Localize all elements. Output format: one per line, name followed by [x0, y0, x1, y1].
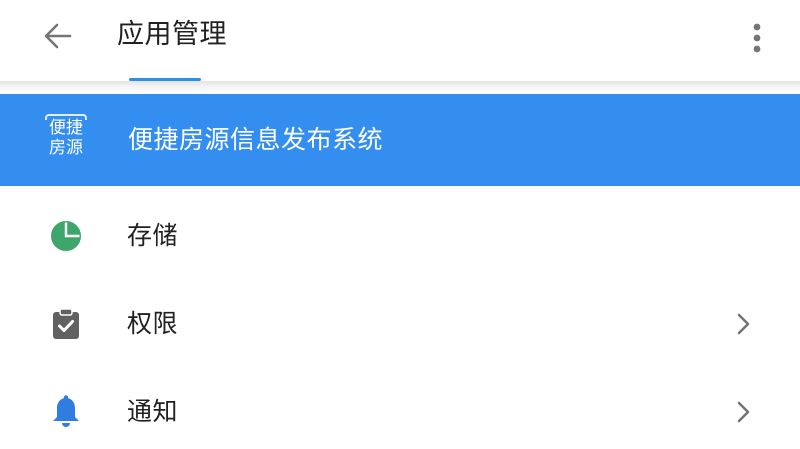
chevron-right-icon [728, 394, 758, 430]
pie-chart-icon [48, 218, 84, 254]
more-vertical-icon [753, 23, 761, 53]
app-logo-text-line2: 房源 [49, 138, 83, 158]
app-info-banner[interactable] [0, 94, 800, 186]
bell-icon [48, 394, 84, 430]
app-management-screen: 应用管理 便捷 房源 便捷房源信息发布系统 存储 权限 通知 [0, 0, 800, 449]
back-button[interactable] [36, 14, 80, 58]
app-bar-shadow [0, 81, 800, 93]
app-name: 便捷房源信息发布系统 [128, 125, 384, 154]
settings-row-label: 存储 [127, 221, 179, 250]
arrow-back-icon [44, 23, 72, 49]
page-title: 应用管理 [117, 19, 227, 50]
app-logo-frame [45, 114, 87, 120]
settings-row-storage[interactable]: 存储 [0, 194, 800, 278]
app-logo-text-line1: 便捷 [49, 118, 83, 138]
settings-row-permissions[interactable]: 权限 [0, 282, 800, 366]
app-bar: 应用管理 [0, 0, 800, 78]
settings-row-notifications[interactable]: 通知 [0, 370, 800, 449]
chevron-right-icon [728, 306, 758, 342]
more-options-button[interactable] [740, 16, 774, 60]
clipboard-check-icon [48, 306, 84, 342]
settings-row-label: 通知 [127, 397, 179, 426]
settings-row-label: 权限 [127, 309, 179, 338]
app-logo: 便捷 房源 [45, 114, 87, 162]
